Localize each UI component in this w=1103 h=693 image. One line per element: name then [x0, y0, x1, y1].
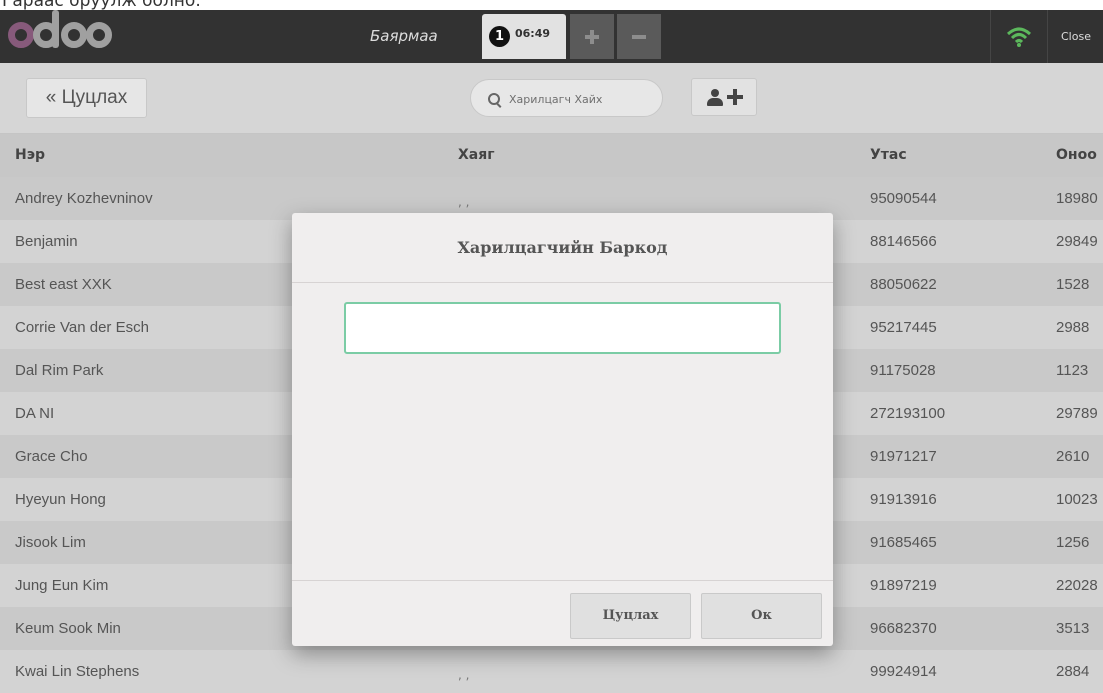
- customer-phone: 95090544: [870, 190, 937, 207]
- customer-phone: 88050622: [870, 276, 937, 293]
- modal-footer: Цуцлах Ок: [292, 580, 833, 647]
- close-button[interactable]: Close: [1048, 10, 1103, 63]
- customer-phone: 272193100: [870, 405, 946, 422]
- customer-points: 2988: [1056, 319, 1090, 336]
- customer-points: 18980: [1056, 190, 1098, 207]
- table-row[interactable]: Kwai Lin Stephens , , 99924914 2884: [0, 650, 1103, 693]
- top-navbar: Баярмаа 1 06:49 Close: [0, 10, 1103, 63]
- customer-points: 29849: [1056, 233, 1098, 250]
- navbar-divider: [990, 10, 991, 63]
- customer-points: 29789: [1056, 405, 1098, 422]
- modal-title: Харилцагчийн Баркод: [292, 213, 833, 283]
- customer-points: 2884: [1056, 663, 1090, 680]
- top-caption-text: Гараас оруулж болно.: [2, 0, 201, 10]
- ok-button[interactable]: Ок: [701, 593, 822, 639]
- customer-points: 1256: [1056, 534, 1090, 551]
- plus-icon: [727, 89, 743, 105]
- customer-search-input[interactable]: [507, 89, 656, 109]
- back-cancel-button[interactable]: « Цуцлах: [26, 78, 147, 118]
- customer-points: 10023: [1056, 491, 1098, 508]
- cashier-name[interactable]: Баярмаа: [370, 20, 438, 53]
- order-time: 06:49: [515, 27, 551, 40]
- barcode-input[interactable]: [344, 302, 781, 354]
- customer-phone: 91175028: [870, 362, 936, 379]
- customer-points: 3513: [1056, 620, 1090, 637]
- customer-phone: 96682370: [870, 620, 937, 637]
- customer-phone: 95217445: [870, 319, 937, 336]
- top-caption: Гараас оруулж болно.: [0, 0, 1103, 10]
- column-header-points: Оноо: [1056, 147, 1097, 163]
- customer-phone: 91971217: [870, 448, 937, 465]
- customer-points: 2610: [1056, 448, 1090, 465]
- minus-icon: [632, 35, 646, 39]
- customer-phone: 91685465: [870, 534, 937, 551]
- order-tab-selected[interactable]: 1 06:49: [482, 14, 566, 59]
- delete-order-button[interactable]: [617, 14, 661, 59]
- column-header-address: Хаяг: [458, 147, 495, 163]
- customer-toolbar: « Цуцлах: [0, 63, 1103, 134]
- customer-search[interactable]: [470, 79, 663, 117]
- cancel-button[interactable]: Цуцлах: [570, 593, 691, 639]
- customer-points: 1528: [1056, 276, 1090, 293]
- customer-points: 1123: [1056, 362, 1089, 379]
- barcode-modal: Харилцагчийн Баркод Цуцлах Ок: [292, 213, 833, 646]
- search-icon: [488, 93, 500, 105]
- order-number-badge: 1: [489, 26, 510, 47]
- customer-name: Kwai Lin Stephens: [15, 663, 140, 680]
- table-header: Нэр Хаяг Утас Оноо: [0, 134, 1103, 177]
- user-icon: [706, 89, 724, 107]
- customer-phone: 88146566: [870, 233, 937, 250]
- customer-phone: 91897219: [870, 577, 937, 594]
- odoo-logo: [8, 10, 112, 52]
- customer-phone: 91913916: [870, 491, 937, 508]
- column-header-phone: Утас: [870, 147, 907, 163]
- customer-phone: 99924914: [870, 663, 937, 680]
- wifi-icon[interactable]: [1006, 24, 1032, 50]
- customer-points: 22028: [1056, 577, 1098, 594]
- customer-address: , ,: [458, 668, 470, 682]
- add-customer-button[interactable]: [691, 78, 757, 116]
- column-header-name: Нэр: [15, 147, 46, 163]
- new-order-button[interactable]: [570, 14, 614, 59]
